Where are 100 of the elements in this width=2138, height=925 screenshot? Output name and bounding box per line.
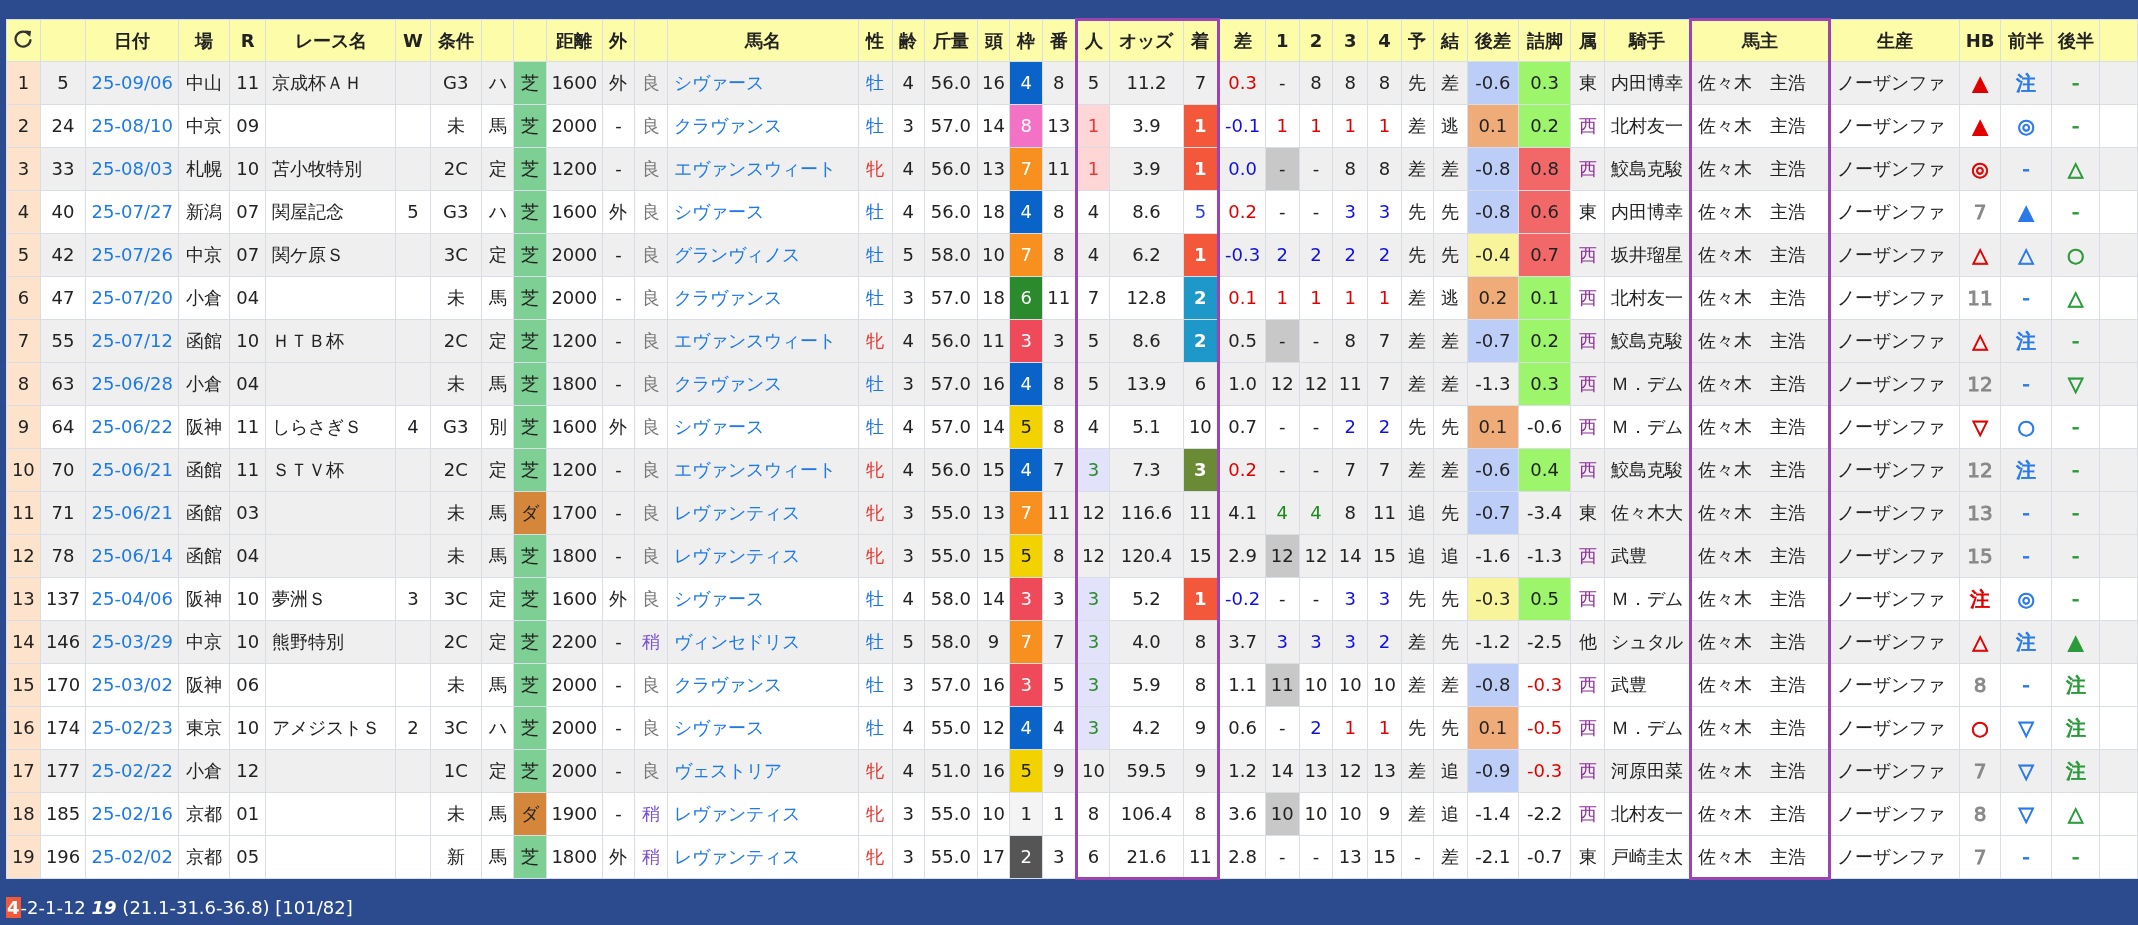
table-cell: 注 <box>2000 620 2052 664</box>
table-cell: 良 <box>634 749 668 793</box>
table-cell: 牡 <box>858 577 893 621</box>
table-cell: 11 <box>1332 362 1368 406</box>
table-cell: 函館 <box>178 534 230 578</box>
table-cell: 1 <box>1332 104 1368 148</box>
table-cell: 良 <box>634 147 668 191</box>
table-cell: △ <box>2051 276 2100 320</box>
column-header: 後半 <box>2051 19 2100 62</box>
column-header: 3 <box>1332 19 1368 62</box>
table-cell <box>395 534 431 578</box>
table-cell: 7 <box>1367 448 1402 492</box>
table-cell: 1 <box>1183 104 1219 148</box>
table-cell: 3 <box>892 835 925 879</box>
table-cell: 1900 <box>546 792 603 836</box>
table-cell: - <box>2000 835 2052 879</box>
table-cell: 05 <box>229 835 266 879</box>
table-cell: 07 <box>229 233 266 277</box>
table-cell: 追 <box>1433 792 1468 836</box>
table-cell: 先 <box>1401 190 1434 234</box>
table-cell: ノーザンファ <box>1829 362 1960 406</box>
table-cell: 馬 <box>481 835 514 879</box>
table-cell: 西 <box>1570 448 1605 492</box>
table-cell <box>395 276 431 320</box>
table-cell: - <box>602 620 635 664</box>
table-cell: 4.0 <box>1109 620 1184 664</box>
table-cell: - <box>602 749 635 793</box>
table-cell: 4 <box>1265 491 1300 535</box>
column-header: 馬主 <box>1690 19 1830 62</box>
row-number: 8 <box>6 362 41 406</box>
table-cell <box>395 233 431 277</box>
table-cell: - <box>1299 319 1333 363</box>
table-cell: ノーザンファ <box>1829 749 1960 793</box>
table-cell: 4 <box>892 448 925 492</box>
table-cell: 西 <box>1570 276 1605 320</box>
table-cell: 57.0 <box>924 405 978 449</box>
table-cell: - <box>2000 147 2052 191</box>
table-cell: 55.0 <box>924 835 978 879</box>
table-cell: 小倉 <box>178 276 230 320</box>
table-cell: 5.2 <box>1109 577 1184 621</box>
table-cell: -0.5 <box>1518 706 1571 750</box>
table-cell: 3C <box>430 706 482 750</box>
table-cell: -0.3 <box>1518 663 1571 707</box>
table-cell: 10 <box>1367 663 1402 707</box>
table-cell: - <box>2051 61 2100 105</box>
column-header: 2 <box>1299 19 1333 62</box>
table-cell: 12 <box>977 706 1010 750</box>
table-cell: 13 <box>1299 749 1333 793</box>
table-cell: -0.8 <box>1467 190 1519 234</box>
table-cell: 別 <box>481 405 514 449</box>
table-cell: 差 <box>1401 362 1434 406</box>
table-cell: 京成杯ＡＨ <box>265 61 396 105</box>
table-cell: 55 <box>40 319 86 363</box>
table-cell: 170 <box>40 663 86 707</box>
table-cell <box>395 147 431 191</box>
table-cell: - <box>2051 577 2100 621</box>
table-cell: 熊野特別 <box>265 620 396 664</box>
table-cell: 1600 <box>546 577 603 621</box>
table-cell: 追 <box>1401 491 1434 535</box>
table-cell: 牡 <box>858 233 893 277</box>
table-cell: 定 <box>481 319 514 363</box>
table-cell: 差 <box>1401 147 1434 191</box>
table-cell: 3 <box>1076 620 1110 664</box>
table-cell <box>395 835 431 879</box>
column-header: 1 <box>1265 19 1300 62</box>
table-cell: 函館 <box>178 319 230 363</box>
table-cell: 注 <box>2000 61 2052 105</box>
table-cell: - <box>602 491 635 535</box>
table-cell: 9 <box>1367 792 1402 836</box>
table-cell: 注 <box>2000 448 2052 492</box>
table-cell: 5 <box>395 190 431 234</box>
table-cell: 先 <box>1401 577 1434 621</box>
column-header: 結 <box>1433 19 1468 62</box>
table-cell: 差 <box>1433 448 1468 492</box>
table-cell: 3 <box>1367 190 1402 234</box>
table-cell: 函館 <box>178 448 230 492</box>
table-cell: 2.8 <box>1218 835 1266 879</box>
table-cell: 中京 <box>178 104 230 148</box>
row-number: 17 <box>6 749 41 793</box>
table-cell <box>395 362 431 406</box>
table-cell: 2 <box>1367 233 1402 277</box>
table-cell: 01 <box>229 792 266 836</box>
table-cell: -0.4 <box>1467 233 1519 277</box>
table-cell: 10 <box>1299 663 1333 707</box>
table-cell: 4 <box>892 147 925 191</box>
table-cell: 51.0 <box>924 749 978 793</box>
table-cell: 未 <box>430 534 482 578</box>
table-cell: - <box>1265 577 1300 621</box>
table-cell: 11 <box>1959 276 2001 320</box>
column-header: 生産 <box>1829 19 1960 62</box>
table-cell: 8 <box>1367 61 1402 105</box>
table-cell: 4 <box>892 319 925 363</box>
table-cell: 牡 <box>858 405 893 449</box>
column-header: 外 <box>602 19 635 62</box>
table-cell: 5.1 <box>1109 405 1184 449</box>
table-cell: - <box>2000 491 2052 535</box>
table-cell: 馬 <box>481 104 514 148</box>
table-cell: 116.6 <box>1109 491 1184 535</box>
table-cell: 中山 <box>178 61 230 105</box>
table-cell: - <box>602 104 635 148</box>
